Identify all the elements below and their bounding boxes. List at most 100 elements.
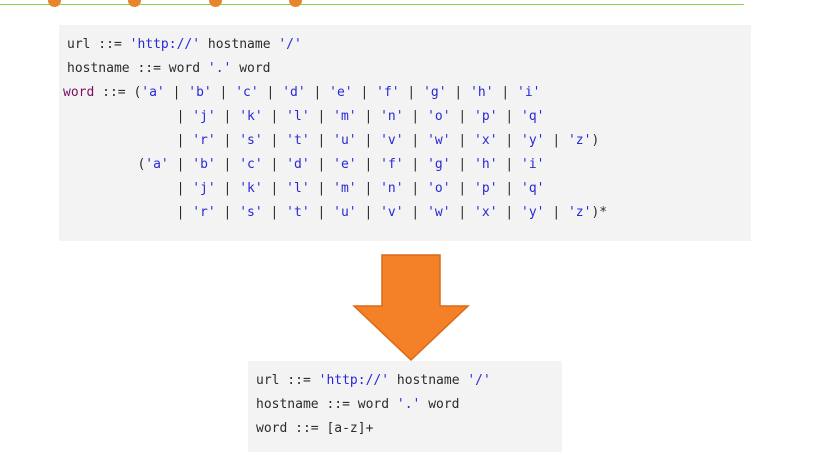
code-text: hostname ::= word (256, 397, 397, 412)
string-literal: 'w' (427, 133, 451, 148)
string-literal: 'r' (192, 133, 216, 148)
code-line: hostname ::= word '.' word (59, 57, 751, 81)
code-line: | 'j' | 'k' | 'l' | 'm' | 'n' | 'o' | 'p… (59, 105, 751, 129)
code-text: | (497, 181, 522, 196)
string-literal: '/' (467, 373, 491, 388)
decorative-dot (48, 0, 61, 7)
code-text: )* (591, 205, 608, 220)
string-literal: 'q' (521, 109, 545, 124)
code-line: ('a' | 'b' | 'c' | 'd' | 'e' | 'f' | 'g'… (59, 153, 751, 177)
string-literal: 'h' (474, 157, 498, 172)
string-literal: 'e' (329, 85, 353, 100)
code-text: | (497, 157, 522, 172)
code-text: | (67, 181, 193, 196)
code-text: | (403, 157, 428, 172)
string-literal: 'l' (286, 109, 310, 124)
string-literal: 'n' (380, 109, 404, 124)
code-text: | (497, 109, 522, 124)
string-literal: 't' (286, 133, 310, 148)
code-text: | (403, 133, 428, 148)
code-text: | (67, 205, 193, 220)
code-line: word ::= [a-z]+ (248, 417, 562, 441)
code-line: | 'r' | 's' | 't' | 'u' | 'v' | 'w' | 'x… (59, 201, 751, 225)
string-literal: 'f' (380, 157, 404, 172)
string-literal: 'y' (521, 133, 545, 148)
code-text: | (215, 181, 240, 196)
code-text: | (450, 205, 475, 220)
code-text: hostname (200, 37, 279, 52)
code-text: | (356, 181, 381, 196)
code-text: | (67, 109, 193, 124)
decorative-dot (289, 0, 302, 7)
code-line: hostname ::= word '.' word (248, 393, 562, 417)
string-literal: 'd' (286, 157, 310, 172)
string-literal: 'http://' (129, 37, 201, 52)
string-literal: 'j' (192, 109, 216, 124)
code-text: | (309, 109, 334, 124)
code-text: | (544, 133, 568, 148)
down-arrow-icon (352, 254, 470, 362)
code-text: | (262, 157, 287, 172)
code-text: | (497, 205, 522, 220)
string-literal: 'c' (239, 157, 263, 172)
string-literal: '.' (396, 397, 421, 412)
code-text: | (352, 85, 377, 100)
string-literal: 'f' (376, 85, 400, 100)
rule-name: word (63, 85, 95, 100)
grammar-code-block-compact: url ::= 'http://' hostname '/'hostname :… (248, 361, 562, 452)
string-literal: 'c' (235, 85, 259, 100)
string-literal: 's' (239, 205, 263, 220)
code-text: | (544, 205, 568, 220)
string-literal: 'p' (474, 109, 498, 124)
code-text: | (262, 205, 287, 220)
string-literal: 'e' (333, 157, 357, 172)
string-literal: 'k' (239, 109, 263, 124)
string-literal: 't' (286, 205, 310, 220)
code-text: | (450, 133, 475, 148)
code-text: | (493, 85, 518, 100)
code-text: | (356, 205, 381, 220)
code-text: | (309, 157, 334, 172)
code-text: | (215, 205, 240, 220)
string-literal: 'y' (521, 205, 545, 220)
code-text: ::= ( (94, 85, 142, 100)
code-text: | (356, 133, 381, 148)
code-text: | (403, 181, 428, 196)
code-text: word (420, 397, 460, 412)
string-literal: 'i' (517, 85, 541, 100)
code-text: | (356, 109, 381, 124)
code-text: | (446, 85, 471, 100)
string-literal: 'j' (192, 181, 216, 196)
string-literal: 'n' (380, 181, 404, 196)
string-literal: 'g' (427, 157, 451, 172)
string-literal: 'p' (474, 181, 498, 196)
string-literal: 'z' (567, 205, 592, 220)
code-text: url ::= (256, 373, 319, 388)
code-text: hostname (389, 373, 468, 388)
code-text: url ::= (67, 37, 130, 52)
string-literal: 'http://' (318, 373, 390, 388)
string-literal: '.' (207, 61, 232, 76)
code-text: | (309, 205, 334, 220)
code-text: | (450, 157, 475, 172)
code-text: | (262, 181, 287, 196)
code-text: | (215, 109, 240, 124)
string-literal: 'r' (192, 205, 216, 220)
code-line: url ::= 'http://' hostname '/' (59, 33, 751, 57)
string-literal: 'v' (380, 133, 404, 148)
code-text: | (215, 133, 240, 148)
string-literal: 'x' (474, 205, 498, 220)
code-text: | (399, 85, 424, 100)
code-text: hostname ::= word (67, 61, 208, 76)
string-literal: 's' (239, 133, 263, 148)
string-literal: 'x' (474, 133, 498, 148)
code-text: | (403, 109, 428, 124)
code-text: ( (67, 157, 146, 172)
string-literal: 'w' (427, 205, 451, 220)
code-text: | (211, 85, 236, 100)
string-literal: 'g' (423, 85, 447, 100)
string-literal: 'u' (333, 205, 357, 220)
code-text: word ::= [a-z]+ (256, 421, 374, 436)
string-literal: '/' (278, 37, 302, 52)
code-text: ) (591, 133, 600, 148)
